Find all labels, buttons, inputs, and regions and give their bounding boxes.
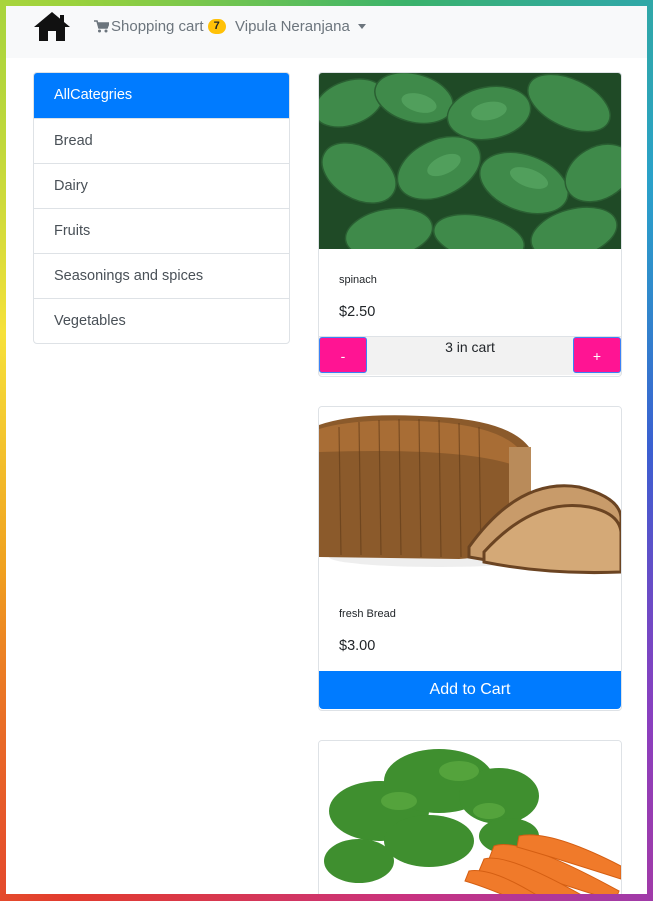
product-title: fresh Bread [339, 608, 396, 620]
product-price: $3.00 [339, 638, 376, 654]
app-frame: Shopping cart 7 Vipula Neranjana AllCate… [6, 6, 647, 894]
navbar: Shopping cart 7 Vipula Neranjana [6, 6, 647, 58]
caret-down-icon [357, 24, 366, 29]
shopping-cart-link[interactable]: Shopping cart 7 [94, 16, 226, 36]
category-item-fruits[interactable]: Fruits [34, 208, 289, 253]
decrease-quantity-button[interactable]: - [319, 337, 367, 373]
home-icon [34, 12, 70, 41]
bread-image [319, 407, 621, 583]
product-card: spinach $2.50 - 3 in cart + [318, 72, 622, 377]
cart-label: Shopping cart [111, 17, 204, 35]
category-item-vegetables[interactable]: Vegetables [34, 298, 289, 343]
user-name: Vipula Neranjana [235, 17, 350, 35]
category-item-seasonings[interactable]: Seasonings and spices [34, 253, 289, 298]
home-link[interactable] [32, 10, 72, 44]
category-item-dairy[interactable]: Dairy [34, 163, 289, 208]
category-item-bread[interactable]: Bread [34, 118, 289, 163]
quantity-stepper: - 3 in cart + [319, 336, 621, 375]
cart-count-badge: 7 [207, 18, 226, 34]
category-list: AllCategries Bread Dairy Fruits Seasonin… [33, 72, 290, 344]
product-price: $2.50 [339, 304, 376, 320]
product-card: fresh Bread $3.00 Add to Cart [318, 406, 622, 711]
cart-quantity-text: 3 in cart [445, 339, 495, 355]
spinach-image [319, 73, 621, 249]
category-item-all[interactable]: AllCategries [34, 73, 289, 118]
increase-quantity-button[interactable]: + [573, 337, 621, 373]
shopping-cart-icon [94, 19, 109, 32]
add-to-cart-button[interactable]: Add to Cart [319, 671, 621, 709]
user-dropdown[interactable]: Vipula Neranjana [235, 16, 366, 36]
carrots-image [319, 741, 621, 894]
product-card [318, 740, 622, 894]
product-title: spinach [339, 274, 377, 286]
